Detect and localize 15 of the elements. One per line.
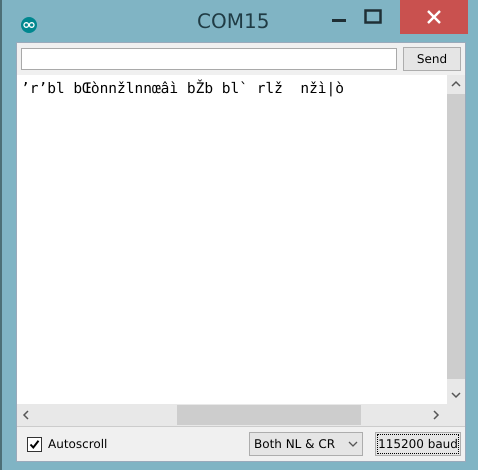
- horizontal-scrollbar[interactable]: [17, 404, 465, 426]
- app-icon: [21, 17, 37, 33]
- output-text: ʼrʼbl bŒònnžlnnœâì bŽb bl` rlž nžì|ò: [21, 81, 344, 97]
- vertical-scrollbar[interactable]: [447, 75, 465, 404]
- autoscroll-label: Autoscroll: [48, 437, 108, 451]
- send-button[interactable]: Send: [403, 47, 461, 71]
- baud-rate-dropdown[interactable]: 115200 baud: [375, 432, 461, 456]
- line-ending-dropdown[interactable]: Both NL & CR: [249, 432, 363, 456]
- close-button[interactable]: [400, 0, 468, 34]
- close-icon[interactable]: [426, 9, 442, 25]
- autoscroll-checkbox[interactable]: [27, 436, 42, 452]
- caret-icon[interactable]: [348, 440, 358, 448]
- maximize-icon[interactable]: [364, 9, 382, 25]
- window-title: COM15: [197, 9, 270, 33]
- input-field[interactable]: [21, 48, 397, 70]
